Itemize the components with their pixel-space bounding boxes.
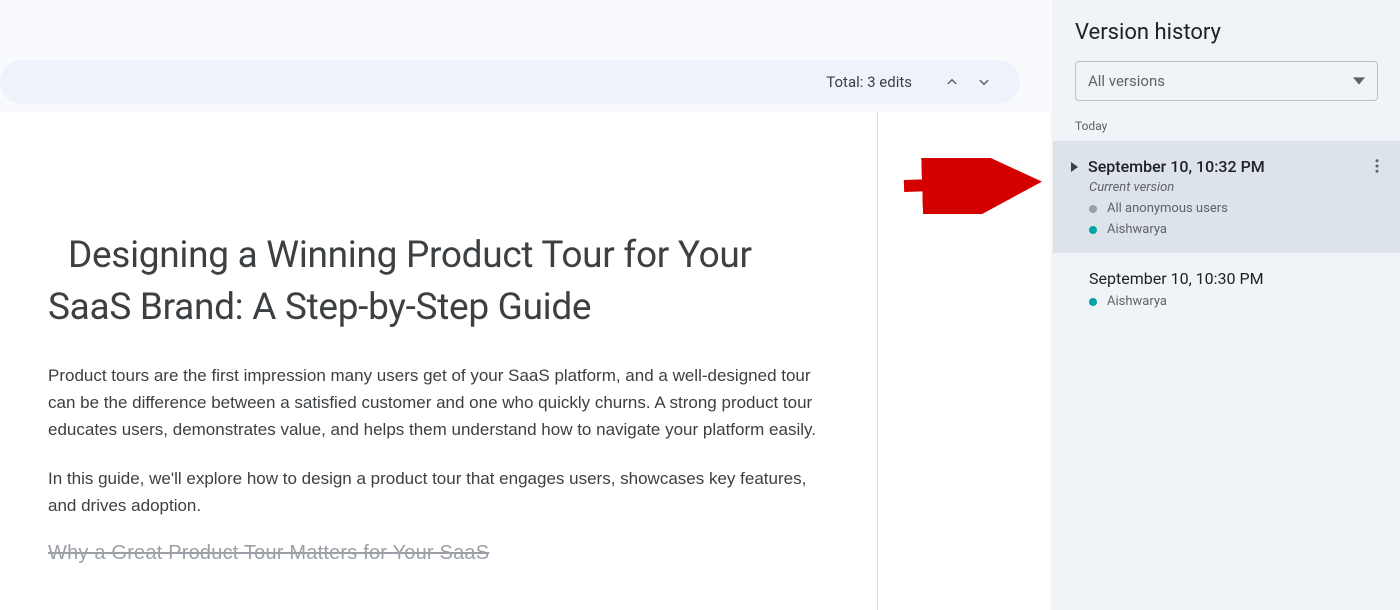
kebab-icon: [1368, 157, 1386, 175]
author-dot-icon: [1089, 226, 1097, 234]
author-name: Aishwarya: [1107, 222, 1167, 237]
version-options-button[interactable]: [1368, 157, 1386, 179]
total-edits-label: Total: 3 edits: [826, 73, 912, 91]
dropdown-caret-icon: [1353, 75, 1365, 87]
document-area: Designing a Winning Product Tour for You…: [0, 112, 1050, 610]
document-paragraph: Product tours are the first impression m…: [48, 362, 829, 444]
author-row: Aishwarya: [1089, 294, 1378, 309]
edits-bar: Total: 3 edits: [0, 60, 1020, 104]
version-history-panel: Version history All versions Today Septe…: [1052, 0, 1400, 610]
author-name: All anonymous users: [1107, 201, 1228, 216]
author-dot-icon: [1089, 205, 1097, 213]
date-group-label: Today: [1053, 119, 1400, 141]
author-name: Aishwarya: [1107, 294, 1167, 309]
next-edit-button[interactable]: [968, 66, 1000, 98]
version-item[interactable]: September 10, 10:30 PM Aishwarya: [1053, 253, 1400, 325]
panel-title: Version history: [1053, 0, 1400, 61]
author-row: All anonymous users: [1089, 201, 1378, 216]
document-subhead-strikethrough: Why a Great Product Tour Matters for You…: [48, 542, 829, 565]
version-filter-dropdown[interactable]: All versions: [1075, 61, 1378, 101]
version-timestamp: September 10, 10:32 PM: [1088, 157, 1265, 176]
chevron-up-icon: [943, 73, 961, 91]
chevron-down-icon: [975, 73, 993, 91]
document-paragraph: In this guide, we'll explore how to desi…: [48, 465, 829, 519]
version-header: September 10, 10:32 PM: [1075, 157, 1378, 176]
document-page: Designing a Winning Product Tour for You…: [48, 112, 878, 610]
filter-selected-label: All versions: [1088, 72, 1165, 90]
version-timestamp: September 10, 10:30 PM: [1089, 269, 1264, 288]
version-item-current[interactable]: September 10, 10:32 PM Current version A…: [1053, 141, 1400, 253]
expand-triangle-icon[interactable]: [1071, 162, 1078, 172]
current-version-label: Current version: [1089, 180, 1378, 195]
author-row: Aishwarya: [1089, 222, 1378, 237]
prev-edit-button[interactable]: [936, 66, 968, 98]
document-title: Designing a Winning Product Tour for You…: [48, 230, 829, 334]
author-dot-icon: [1089, 298, 1097, 306]
version-header: September 10, 10:30 PM: [1089, 269, 1378, 288]
